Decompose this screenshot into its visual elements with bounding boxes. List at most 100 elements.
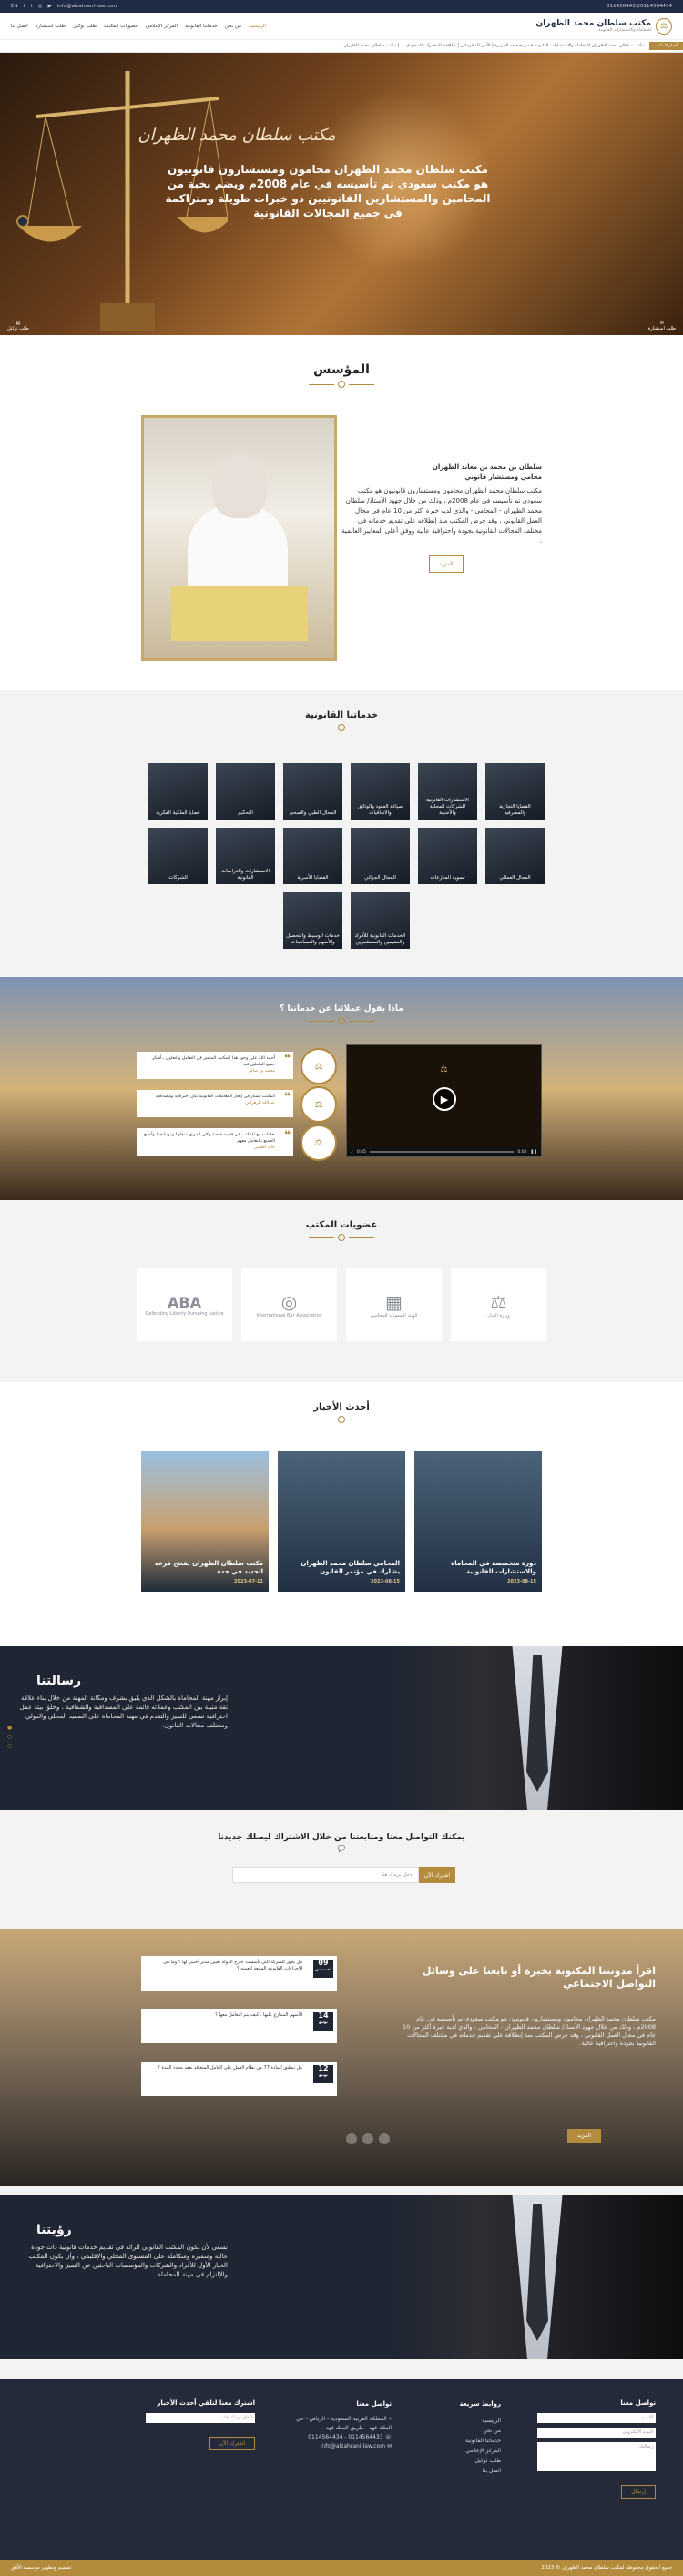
service-card[interactable]: الشركات <box>148 828 208 884</box>
language-switch[interactable]: EN <box>11 4 18 9</box>
mail-icon: ✉ info@alzahrani-law.com <box>320 2443 392 2449</box>
founder-bio-block: سلطان بن محمد بن معاند الظهران محامي ومس… <box>342 463 542 573</box>
logo-name: مكتب سلطان محمد الظهران <box>535 19 651 28</box>
service-card[interactable]: قضايا الملكية الفكرية <box>148 763 208 820</box>
memberships-section: عضويات المكتب ABA Defending Liberty Pursu… <box>0 1200 683 1382</box>
news-title: أحدث الأخبار <box>313 1402 370 1412</box>
newsletter-email-input[interactable]: ادخل بريدك هنا <box>232 1867 419 1883</box>
blog-post-item[interactable]: 14 يوليو الأسهم المتنازع عليها ، كيف يتم ا… <box>141 2009 337 2043</box>
slider-dot[interactable] <box>16 215 29 228</box>
nav-about[interactable]: من نحن <box>225 24 241 29</box>
blog-more-button[interactable]: المزيد <box>566 2129 601 2143</box>
founder-more-button[interactable]: المزيد <box>429 555 464 573</box>
news-card[interactable]: المحامي سلطان محمد الظهران يشارك في مؤتم… <box>278 1451 405 1592</box>
footer-link[interactable]: طلب توكيل <box>419 2456 501 2466</box>
footer-link[interactable]: من نحن <box>419 2426 501 2436</box>
video-duration: 0:45 <box>356 1149 366 1155</box>
blog-text: مكتب سلطان محمد الظهران محامون ومستشارون… <box>402 2015 656 2047</box>
membership-logo[interactable]: ▦ الهيئة السعودية للمحامين <box>346 1268 442 1341</box>
newsletter-subscribe-button[interactable]: اشترك الآن <box>419 1867 455 1883</box>
instagram-icon[interactable] <box>379 2133 390 2144</box>
footer-subscribe-title: اشترك معنا لتلقي أحدث الأخبار <box>157 2399 255 2407</box>
footer-contact-info: تواصل معنا ⌖ المملكة العربية السعودية - … <box>282 2399 392 2451</box>
footer-send-button[interactable]: إرسال <box>621 2485 656 2499</box>
volume-icon[interactable]: ♪ <box>351 1150 353 1155</box>
site-logo[interactable]: ⚖ مكتب سلطان محمد الظهران للمحاماة والاس… <box>535 17 672 35</box>
testimonials-section: ماذا يقول عملائنا عن خدماتنا ؟ ⚖ ▶ ❚❚ 0:… <box>0 977 683 1200</box>
email-address[interactable]: info@alzahrani-law.com <box>57 4 117 9</box>
video-controls[interactable]: ❚❚ 0:00 0:45 ♪ <box>347 1147 541 1156</box>
video-player[interactable]: ⚖ ▶ ❚❚ 0:00 0:45 ♪ <box>346 1044 542 1157</box>
founder-title: المؤسس <box>313 362 370 377</box>
news-card[interactable]: دورة متخصصة في المحاماة والاستشارات القا… <box>414 1451 542 1592</box>
footer-link[interactable]: خدماتنا القانونية <box>419 2436 501 2446</box>
hero-banner: مكتب سلطان محمد الظهران مكتب سلطان محمد … <box>0 53 683 335</box>
service-card[interactable]: الاستشارات والدراسات القانونية <box>216 828 275 884</box>
footer: تواصل معنا الاسم البريد الالكتروني رسالت… <box>0 2379 683 2560</box>
blog-post-item[interactable]: 12 يونيو هل تنطبق المادة 77 من نظام العمل … <box>141 2062 337 2096</box>
nav-contact[interactable]: اتصل بنا <box>11 24 28 29</box>
footer-subscribe: اشترك معنا لتلقي أحدث الأخبار ادخل بريدك… <box>146 2399 255 2450</box>
footer-name-input[interactable]: الاسم <box>537 2413 656 2423</box>
facebook-icon[interactable]: f <box>24 4 25 9</box>
footer-links: روابط سريعة الرئيسية من نحن خدماتنا القا… <box>419 2399 501 2476</box>
vision-section: رؤيتنا نسعى لأن نكون المكتب القانوني الر… <box>0 2195 683 2359</box>
footer-message-input[interactable]: رسالتك <box>537 2442 656 2471</box>
service-card[interactable]: القضايا الأسرية <box>283 828 342 884</box>
twitter-icon[interactable] <box>362 2133 373 2144</box>
contact-phone[interactable]: 0114564433/0114564434 <box>607 4 672 9</box>
mission-section: رسالتنا إبراز مهنة المحاماة بالشكل الذي … <box>0 1646 683 1810</box>
nav-power-of-attorney[interactable]: طلب توكيل <box>73 24 97 29</box>
footer-subscribe-button[interactable]: اشترك الآن <box>209 2437 255 2450</box>
slider-dots[interactable]: ● ○ ○ <box>7 1724 12 1751</box>
pause-icon[interactable]: ❚❚ <box>530 1150 537 1155</box>
testimonial-avatar-icon: ⚖ <box>301 1048 337 1084</box>
instagram-icon[interactable]: ◎ <box>38 4 43 9</box>
news-card[interactable]: مكتب سلطان الظهران يفتتح فرعه الجديد في … <box>141 1451 269 1592</box>
footer-subscribe-input[interactable]: ادخل بريدك هنا <box>146 2413 255 2423</box>
service-card[interactable]: تسوية المنازعات <box>418 828 477 884</box>
nav-consultation[interactable]: طلب استشارة <box>36 24 66 29</box>
designer-credit[interactable]: تصميم وتطوير مؤسسة الأفق <box>11 2565 71 2571</box>
footer-form-title: تواصل معنا <box>620 2399 656 2407</box>
footer-link[interactable]: الرئيسية <box>419 2416 501 2426</box>
services-section: خدماتنا القانونية القضايا التجارية والمص… <box>0 690 683 977</box>
service-card[interactable]: الخدمات القانونية للأفراد والمقيمين والم… <box>351 892 410 949</box>
service-card[interactable]: المجال العمالي <box>485 828 545 884</box>
nav-media[interactable]: المركز الإعلامي <box>146 24 178 29</box>
nav-services[interactable]: خدماتنا القانونية <box>185 24 218 29</box>
footer-link[interactable]: اتصل بنا <box>419 2466 501 2476</box>
membership-logo[interactable]: ABA Defending Liberty Pursuing Justice <box>137 1268 232 1341</box>
service-card[interactable]: خدمات الوسيط والتحصيل والأسهم والمساهمات <box>283 892 342 949</box>
blog-post-item[interactable]: 09 أغسطس هل يجوز للشركة التي تأسست خارج ال… <box>141 1956 337 1991</box>
service-card[interactable]: التحكيم <box>216 763 275 820</box>
service-card[interactable]: صياغة العقود والوثائق والاتفاقيات <box>351 763 410 820</box>
founder-section: المؤسس سلطان بن محمد بن معاند الظهران مح… <box>0 335 683 690</box>
membership-logo[interactable]: ◎ International Bar Association <box>241 1268 337 1341</box>
copyright-bar: جميع الحقوق محفوظة لمكتب سلطان محمد الظه… <box>0 2560 683 2576</box>
facebook-icon[interactable] <box>346 2133 357 2144</box>
news-section: أحدث الأخبار دورة متخصصة في المحاماة وال… <box>0 1382 683 1646</box>
nav-memberships[interactable]: عضويات المكتب <box>104 24 138 29</box>
footer-link[interactable]: المركز الإعلامي <box>419 2446 501 2456</box>
services-grid: القضايا التجارية والمصرفية الاستشارات ال… <box>138 763 545 949</box>
hero-attorney-link[interactable]: ▤ طلب توكيل <box>7 321 29 331</box>
footer-contact-form: تواصل معنا الاسم البريد الالكتروني رسالت… <box>537 2399 656 2499</box>
chat-bubble-icon: 💬 <box>337 1845 346 1852</box>
footer-email-input[interactable]: البريد الالكتروني <box>537 2428 656 2438</box>
twitter-icon[interactable]: t <box>31 4 33 9</box>
nav-home[interactable]: الرئيسية <box>249 24 266 29</box>
quote-icon: ❝ <box>283 1052 291 1064</box>
service-card[interactable]: المجال الجزائي <box>351 828 410 884</box>
service-card[interactable]: المجال الطبي والصحي <box>283 763 342 820</box>
membership-logo[interactable]: ⚖ وزارة العدل <box>451 1268 546 1341</box>
service-card[interactable]: الاستشارات القانونية للشركات المحلية وال… <box>418 763 477 820</box>
ticker-text[interactable]: مكتب سلطان محمد الظهران للمحاماة والاستش… <box>338 44 644 48</box>
mission-title: رسالتنا <box>36 1674 82 1688</box>
youtube-icon[interactable]: ▶ <box>48 4 52 9</box>
service-card[interactable]: القضايا التجارية والمصرفية <box>485 763 545 820</box>
hero-consult-link[interactable]: ✉ طلب استشارة <box>648 321 676 331</box>
services-title: خدماتنا القانونية <box>304 710 379 720</box>
play-icon[interactable]: ▶ <box>433 1087 456 1111</box>
founder-photo <box>141 415 337 661</box>
